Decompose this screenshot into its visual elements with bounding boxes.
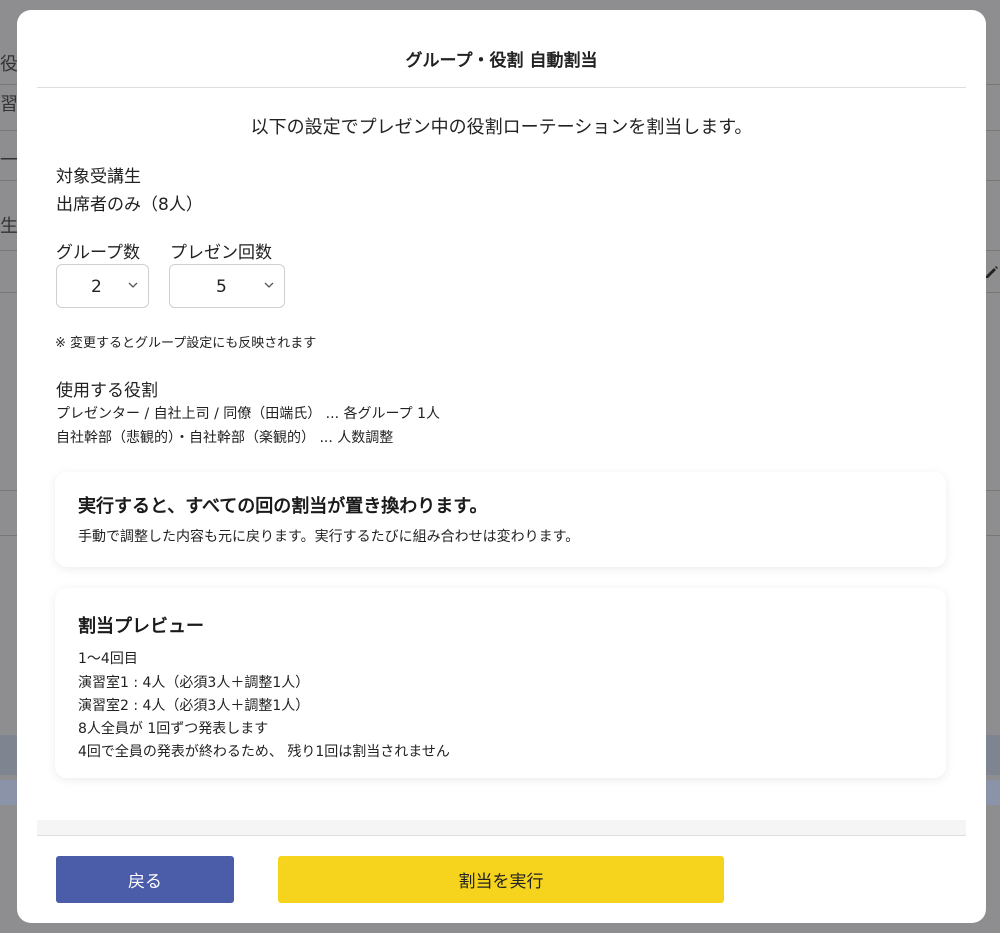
target-value: 出席者のみ（8人） (56, 195, 203, 215)
preview-card: 割当プレビュー 1〜4回目 演習室1 : 4人（必須3人＋調整1人） 演習室2 … (55, 588, 946, 778)
auto-assign-dialog: グループ・役割 自動割当 以下の設定でプレゼン中の役割ローテーションを割当します… (17, 10, 986, 923)
target-label: 対象受講生 (56, 167, 141, 187)
group-count-label: グループ数 (56, 243, 140, 263)
preview-line: 8人全員が 1回ずつ発表します (78, 721, 269, 737)
footer-divider (37, 835, 966, 836)
chevron-down-icon (264, 282, 274, 288)
presentation-count-value: 5 (216, 277, 227, 297)
preview-line: 演習室1 : 4人（必須3人＋調整1人） (78, 675, 310, 691)
warning-title: 実行すると、すべての回の割当が置き換わります。 (78, 496, 488, 517)
intro-text: 以下の設定でプレゼン中の役割ローテーションを割当します。 (250, 117, 753, 138)
edit-icon (984, 264, 1000, 285)
run-assignment-button[interactable]: 割当を実行 (278, 856, 724, 903)
warning-card: 実行すると、すべての回の割当が置き換わります。 手動で調整した内容も元に戻ります… (55, 472, 946, 567)
settings-note: ※ 変更するとグループ設定にも反映されます (55, 336, 317, 351)
background-text: 生 (0, 216, 18, 237)
back-button[interactable]: 戻る (56, 856, 234, 903)
group-count-value: 2 (91, 277, 102, 297)
header-divider (37, 87, 966, 88)
preview-title: 割当プレビュー (78, 616, 204, 637)
content-bottom-shade (37, 820, 966, 835)
preview-line: 演習室2 : 4人（必須3人＋調整1人） (78, 698, 310, 714)
group-count-select[interactable]: 2 (56, 264, 149, 308)
roles-line-1: プレゼンター / 自社上司 / 同僚（田端氏） ... 各グループ 1人 (56, 406, 441, 422)
dialog-title: グループ・役割 自動割当 (405, 51, 598, 71)
preview-line: 1〜4回目 (78, 651, 138, 667)
presentation-count-label: プレゼン回数 (170, 243, 272, 263)
roles-label: 使用する役割 (56, 381, 158, 401)
roles-line-2: 自社幹部（悲観的）・自社幹部（楽観的） ... 人数調整 (56, 430, 394, 446)
warning-text: 手動で調整した内容も元に戻ります。実行するたびに組み合わせは変わります。 (78, 529, 580, 545)
chevron-down-icon (128, 282, 138, 288)
presentation-count-select[interactable]: 5 (169, 264, 285, 308)
preview-line: 4回で全員の発表が終わるため、 残り1回は割当されません (78, 744, 450, 760)
